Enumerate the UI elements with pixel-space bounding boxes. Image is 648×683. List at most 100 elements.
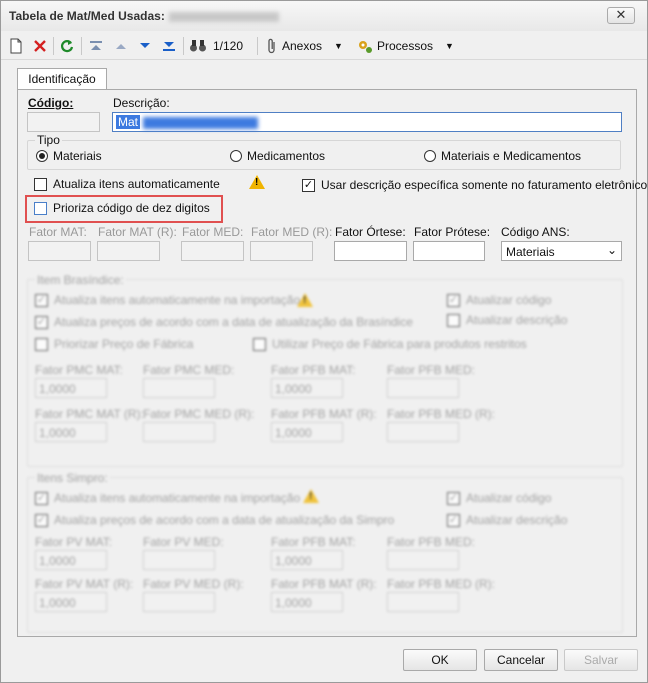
- brasindice-opt1[interactable]: ✓ Atualiza itens automaticamente na impor…: [35, 293, 300, 307]
- brasindice-legend: Item Brasíndice:: [35, 273, 126, 287]
- codigo-field[interactable]: [27, 112, 100, 132]
- field-value: 1,0000: [39, 382, 76, 396]
- checkbox-label: Prioriza código de dez digitos: [53, 201, 210, 215]
- title-bar: Tabela de Mat/Med Usadas: ✕: [1, 1, 647, 31]
- brasindice-opt4[interactable]: Utilizar Preço de Fábrica para produtos …: [253, 337, 527, 351]
- field-input[interactable]: 1,0000: [35, 378, 107, 398]
- codigo-ans-select[interactable]: Materiais ⌄: [501, 241, 622, 261]
- brasindice-opt6[interactable]: Atualizar descrição: [447, 313, 567, 327]
- radio-label: Medicamentos: [247, 149, 326, 163]
- toolbar-separator: [257, 37, 258, 55]
- prioriza-checkbox[interactable]: Prioriza código de dez digitos: [34, 201, 210, 215]
- field-input[interactable]: 1,0000: [35, 592, 107, 612]
- brasindice-opt3[interactable]: Priorizar Preço de Fábrica: [35, 337, 193, 351]
- salvar-button[interactable]: Salvar: [564, 649, 638, 671]
- prev-icon[interactable]: [114, 36, 128, 56]
- simpro-opt2[interactable]: ✓ Atualiza preços de acordo com a data de…: [35, 513, 394, 527]
- fator-ortese-label: Fator Órtese:: [335, 225, 406, 239]
- radio-dot: [36, 150, 48, 162]
- descricao-redacted: [143, 117, 258, 129]
- field-value: 1,0000: [275, 382, 312, 396]
- fator-mat-r-label: Fator MAT (R):: [98, 225, 177, 239]
- ok-button[interactable]: OK: [403, 649, 477, 671]
- simpro-opt5[interactable]: ✓ Atualizar código: [447, 491, 551, 505]
- field-input[interactable]: [143, 378, 215, 398]
- new-doc-icon[interactable]: [9, 36, 23, 56]
- checkbox-box: [34, 177, 47, 191]
- checkbox-box: ✓: [35, 315, 48, 329]
- field-input[interactable]: [387, 378, 459, 398]
- checkbox-box: ✓: [35, 513, 48, 527]
- refresh-icon[interactable]: [59, 36, 75, 56]
- checkbox-box: ✓: [35, 293, 48, 307]
- field-label: Fator PFB MAT:: [271, 363, 356, 377]
- field-input[interactable]: 1,0000: [35, 550, 107, 570]
- checkbox-box: ✓: [447, 513, 460, 527]
- field-value: 1,0000: [275, 426, 312, 440]
- checkbox-label: Usar descrição específica somente no fat…: [321, 178, 648, 192]
- fator-med-field[interactable]: [181, 241, 244, 261]
- brasindice-opt5[interactable]: ✓ Atualizar código: [447, 293, 551, 307]
- field-value: 1,0000: [39, 426, 76, 440]
- fator-protese-field[interactable]: [413, 241, 485, 261]
- field-label: Fator PMC MED (R):: [143, 407, 255, 421]
- fator-ortese-field[interactable]: [334, 241, 407, 261]
- anexos-menu-button[interactable]: Anexos ▼: [266, 36, 343, 56]
- toolbar-separator: [183, 37, 184, 55]
- field-label: Fator PV MAT (R):: [35, 577, 134, 591]
- processos-menu-button[interactable]: Processos ▼: [357, 36, 454, 56]
- usar-descricao-checkbox[interactable]: ✓ Usar descrição específica somente no fa…: [302, 178, 647, 192]
- close-icon: ✕: [615, 7, 627, 22]
- field-value: 1,0000: [39, 554, 76, 568]
- radio-materiais[interactable]: Materiais: [36, 149, 102, 163]
- toolbar-separator: [53, 37, 54, 55]
- title-redacted: [168, 11, 279, 22]
- simpro-opt1[interactable]: ✓ Atualiza itens automaticamente na impor…: [35, 491, 300, 505]
- first-icon[interactable]: [89, 36, 103, 56]
- brasindice-group: Item Brasíndice: ✓ Atualiza itens automat…: [27, 273, 623, 467]
- checkbox-box: ✓: [35, 491, 48, 505]
- field-label: Fator PV MED (R):: [143, 577, 244, 591]
- radio-medicamentos[interactable]: Medicamentos: [230, 149, 325, 163]
- descricao-field[interactable]: Mat: [112, 112, 622, 132]
- fator-med-r-label: Fator MED (R):: [251, 225, 333, 239]
- record-navigator[interactable]: 1/120: [189, 36, 243, 56]
- radio-dot: [230, 150, 242, 162]
- paperclip-icon: [268, 38, 275, 54]
- field-input[interactable]: 1,0000: [271, 422, 343, 442]
- delete-icon[interactable]: [32, 36, 48, 56]
- next-icon[interactable]: [138, 36, 152, 56]
- field-input[interactable]: [143, 550, 215, 570]
- field-input[interactable]: 1,0000: [35, 422, 107, 442]
- codigo-label: Código:: [28, 96, 74, 110]
- close-button[interactable]: ✕: [607, 7, 635, 24]
- fator-med-r-field[interactable]: [250, 241, 313, 261]
- descricao-label: Descrição:: [113, 96, 170, 110]
- fator-mat-r-field[interactable]: [97, 241, 160, 261]
- atualiza-checkbox[interactable]: Atualiza itens automaticamente: [34, 177, 220, 191]
- field-input[interactable]: [387, 592, 459, 612]
- radio-materiais-medicamentos[interactable]: Materiais e Medicamentos: [424, 149, 581, 163]
- tab-identificacao[interactable]: Identificação: [17, 68, 107, 90]
- dropdown-arrow-icon: ▼: [334, 41, 343, 51]
- field-input[interactable]: 1,0000: [271, 592, 343, 612]
- field-input[interactable]: 1,0000: [271, 550, 343, 570]
- dropdown-arrow-icon: ▼: [445, 41, 454, 51]
- checkbox-label: Atualizar código: [466, 491, 552, 505]
- brasindice-opt2[interactable]: ✓ Atualiza preços de acordo com a data de…: [35, 315, 413, 329]
- field-label: Fator PMC MED:: [143, 363, 235, 377]
- checkbox-label: Atualiza preços de acordo com a data de …: [54, 513, 395, 527]
- field-input[interactable]: [143, 422, 215, 442]
- warning-icon: [297, 293, 313, 307]
- cancelar-button[interactable]: Cancelar: [484, 649, 558, 671]
- last-icon[interactable]: [162, 36, 176, 56]
- checkbox-label: Atualizar código: [466, 293, 552, 307]
- simpro-opt6[interactable]: ✓ Atualizar descrição: [447, 513, 567, 527]
- field-input[interactable]: [387, 550, 459, 570]
- field-input[interactable]: 1,0000: [271, 378, 343, 398]
- binoculars-icon: [190, 40, 206, 52]
- fator-mat-field[interactable]: [28, 241, 91, 261]
- field-input[interactable]: [387, 422, 459, 442]
- radio-label: Materiais: [53, 149, 102, 163]
- field-input[interactable]: [143, 592, 215, 612]
